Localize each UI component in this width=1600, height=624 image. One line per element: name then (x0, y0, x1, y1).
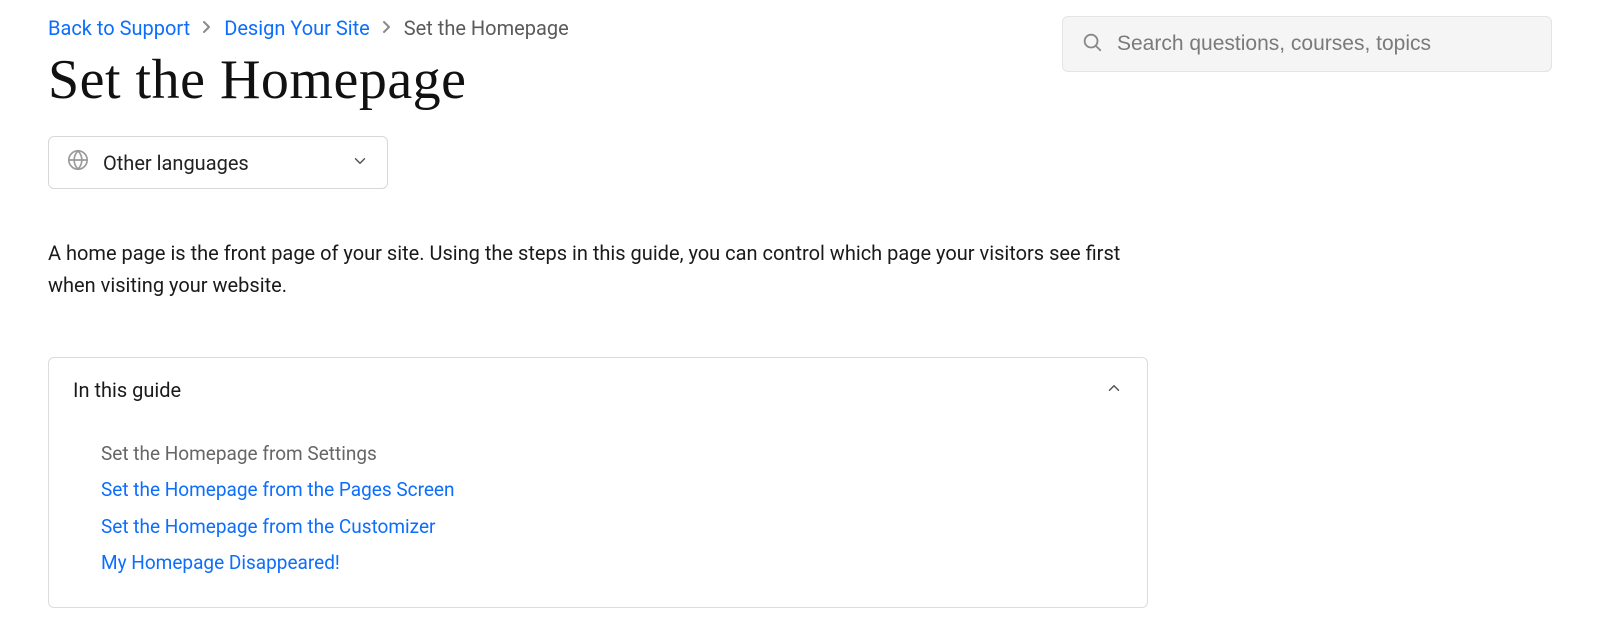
toc-list: Set the Homepage from Settings Set the H… (73, 438, 1123, 579)
toc-item-current: Set the Homepage from Settings (101, 438, 1123, 470)
toc-link[interactable]: Set the Homepage from the Pages Screen (101, 478, 455, 501)
chevron-up-icon (1105, 379, 1123, 401)
breadcrumb: Back to Support Design Your Site Set the… (48, 16, 1022, 40)
chevron-down-icon (351, 151, 369, 175)
language-selector-label: Other languages (103, 151, 249, 175)
chevron-right-icon (382, 19, 392, 38)
search-input[interactable] (1117, 32, 1533, 56)
breadcrumb-current: Set the Homepage (404, 16, 569, 40)
toc-heading: In this guide (73, 378, 181, 402)
toc-item: My Homepage Disappeared! (101, 547, 1123, 579)
toc-link[interactable]: Set the Homepage from the Customizer (101, 515, 435, 538)
language-selector[interactable]: Other languages (48, 136, 388, 189)
breadcrumb-section-link[interactable]: Design Your Site (224, 16, 370, 40)
toc-item: Set the Homepage from the Pages Screen (101, 474, 1123, 506)
breadcrumb-back-link[interactable]: Back to Support (48, 16, 190, 40)
page-title: Set the Homepage (48, 48, 1022, 112)
search-icon (1081, 31, 1103, 57)
search-box[interactable] (1062, 16, 1552, 72)
toc-item: Set the Homepage from the Customizer (101, 511, 1123, 543)
chevron-right-icon (202, 19, 212, 38)
intro-paragraph: A home page is the front page of your si… (48, 237, 1128, 301)
globe-icon (67, 149, 89, 176)
table-of-contents: In this guide Set the Homepage from Sett… (48, 357, 1148, 608)
toc-link[interactable]: My Homepage Disappeared! (101, 551, 340, 574)
toc-toggle[interactable]: In this guide (73, 378, 1123, 402)
